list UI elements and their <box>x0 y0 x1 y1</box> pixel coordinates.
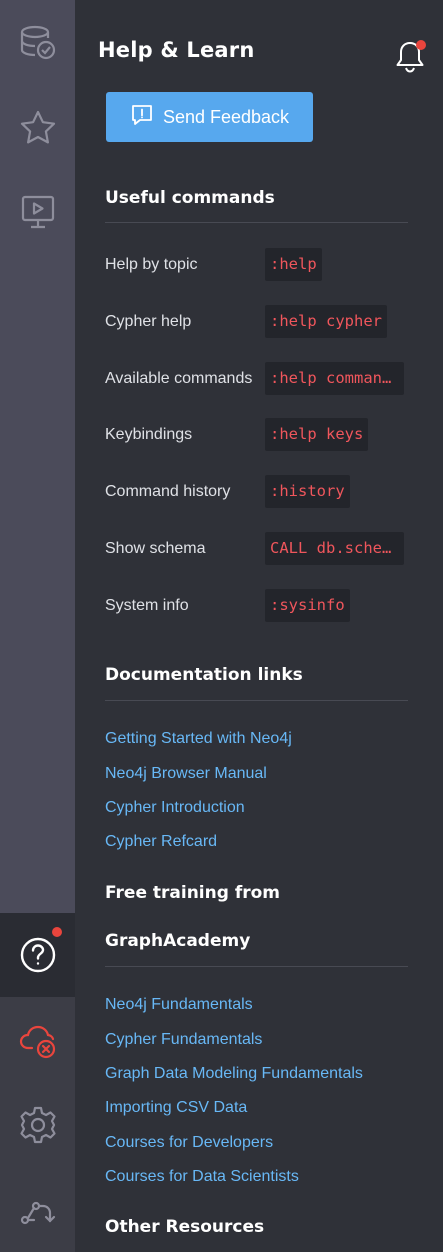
command-code[interactable]: :help <box>265 248 322 281</box>
guides-button[interactable] <box>0 170 75 254</box>
section-title-commands: Useful commands <box>105 188 275 208</box>
drawer-title: Help & Learn <box>98 38 255 62</box>
training-link[interactable]: Graph Data Modeling Fundamentals <box>105 1065 363 1083</box>
command-label: Command history <box>105 483 231 500</box>
command-row: Command history :history <box>105 475 408 517</box>
connection-status-button[interactable] <box>0 999 75 1083</box>
command-label: Available commands <box>105 370 253 387</box>
settings-gear-icon <box>18 1105 58 1145</box>
docs-link[interactable]: Cypher Introduction <box>105 799 245 817</box>
send-feedback-label: Send Feedback <box>162 106 290 127</box>
favorites-button[interactable] <box>0 86 75 170</box>
help-notification-badge <box>52 927 62 937</box>
training-link[interactable]: Courses for Developers <box>105 1134 273 1152</box>
command-code[interactable]: CALL db.schema.visualization() <box>265 532 404 565</box>
database-icon <box>18 22 58 62</box>
command-row: Help by topic :help <box>105 248 408 290</box>
docs-link[interactable]: Getting Started with Neo4j <box>105 730 292 748</box>
cloud-disconnected-icon <box>18 1021 58 1061</box>
command-code[interactable]: :history <box>265 475 350 508</box>
database-button[interactable] <box>0 0 75 84</box>
command-row: System info :sysinfo <box>105 589 408 631</box>
training-link[interactable]: Neo4j Fundamentals <box>105 996 253 1014</box>
section-title-other: Other Resources <box>105 1217 265 1237</box>
send-feedback-button[interactable]: Send Feedback <box>106 92 313 142</box>
command-row: Keybindings :help keys <box>105 418 408 460</box>
training-link[interactable]: Courses for Data Scientists <box>105 1168 299 1186</box>
command-row: Show schema CALL db.schema.visualization… <box>105 532 408 574</box>
settings-button[interactable] <box>0 1083 75 1167</box>
about-button[interactable] <box>0 1167 75 1251</box>
command-label: System info <box>105 597 189 614</box>
bell-icon <box>395 42 425 78</box>
section-title-training: Free training from <box>105 883 280 903</box>
connect-icon <box>18 1189 58 1229</box>
notification-badge <box>416 40 426 50</box>
training-link[interactable]: Cypher Fundamentals <box>105 1031 262 1049</box>
divider <box>105 222 408 223</box>
command-label: Cypher help <box>105 313 192 330</box>
docs-link[interactable]: Cypher Refcard <box>105 833 217 851</box>
command-label: Help by topic <box>105 256 198 273</box>
command-row: Cypher help :help cypher <box>105 305 408 347</box>
section-title-training-line2: GraphAcademy <box>105 931 251 951</box>
command-code[interactable]: :sysinfo <box>265 589 350 622</box>
guides-play-icon <box>20 194 56 230</box>
command-label: Show schema <box>105 540 206 557</box>
sidebar-rail <box>0 0 75 1252</box>
command-code[interactable]: :help cypher <box>265 305 387 338</box>
divider <box>105 966 408 967</box>
help-icon <box>19 936 57 974</box>
command-row: Available commands :help commands <box>105 362 408 404</box>
sidebar-bottom-group <box>0 913 75 1252</box>
divider <box>105 700 408 701</box>
notifications-button[interactable] <box>395 38 426 74</box>
command-code[interactable]: :help commands <box>265 362 404 395</box>
docs-link[interactable]: Neo4j Browser Manual <box>105 765 267 783</box>
command-label: Keybindings <box>105 426 193 443</box>
favorites-star-icon <box>19 109 57 147</box>
help-drawer: Help & Learn Send Feedback Useful comman… <box>75 0 443 1252</box>
feedback-icon <box>130 103 154 132</box>
section-title-docs: Documentation links <box>105 665 303 685</box>
help-button[interactable] <box>0 913 75 997</box>
command-code[interactable]: :help keys <box>265 418 369 451</box>
training-link[interactable]: Importing CSV Data <box>105 1099 247 1117</box>
